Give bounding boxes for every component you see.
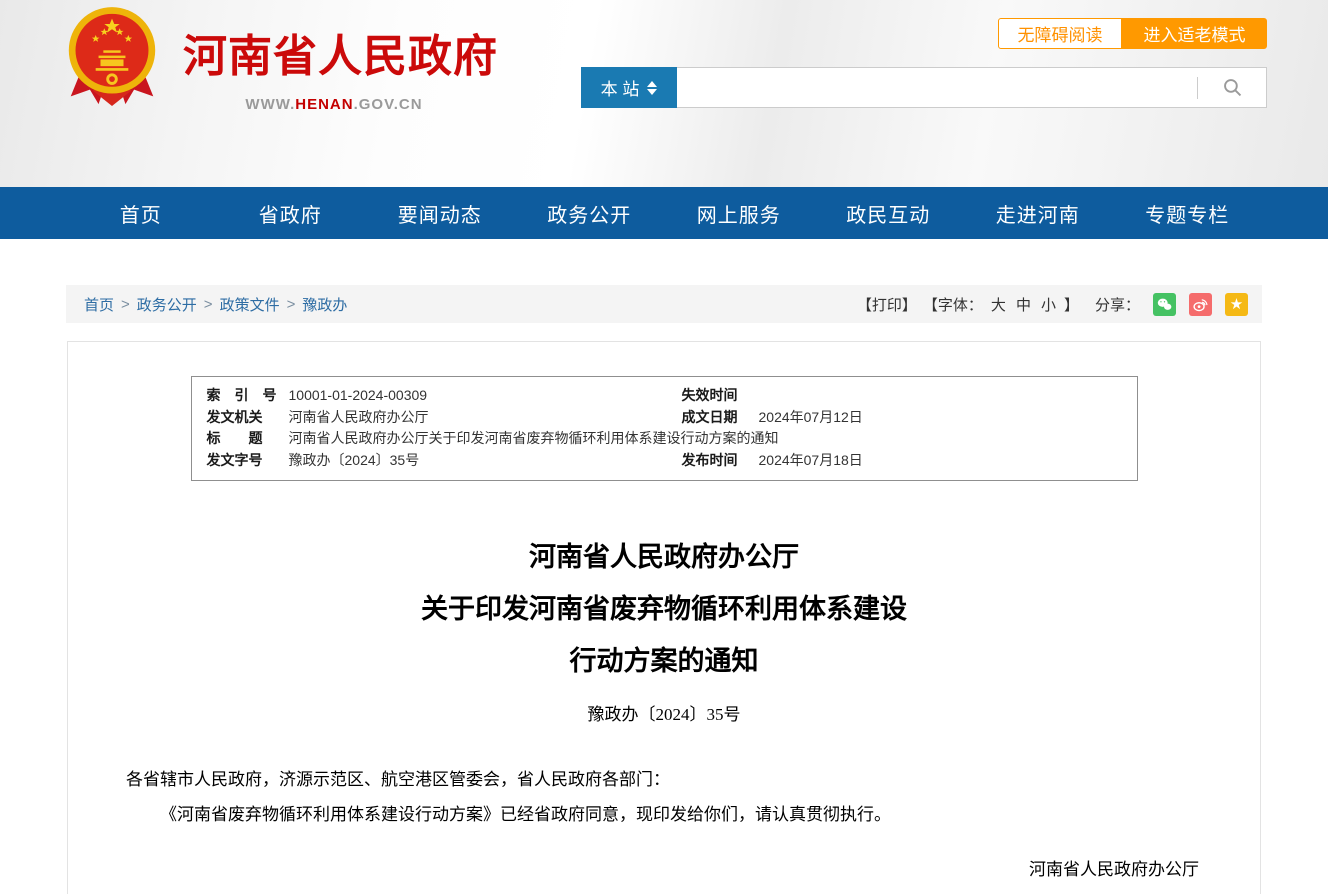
document-title-line-3: 行动方案的通知 [68,635,1260,687]
nav-item-special-topics[interactable]: 专题专栏 [1113,187,1263,239]
document-title: 河南省人民政府办公厅 关于印发河南省废弃物循环利用体系建设 行动方案的通知 [68,531,1260,687]
nav-item-home[interactable]: 首页 [66,187,216,239]
site-url-suffix: .GOV.CN [354,96,423,113]
document-title-line-2: 关于印发河南省废弃物循环利用体系建设 [68,583,1260,635]
nav-item-government-affairs[interactable]: 政务公开 [515,187,665,239]
site-brand: 河南省人民政府 WWW.HENAN.GOV.CN [183,20,485,113]
breadcrumb-government-affairs[interactable]: 政务公开 [137,294,197,315]
meta-issuer-label: 发文机关 [207,407,289,429]
search-bar: 本 站 [581,67,1267,108]
breadcrumb-yuzhengban[interactable]: 豫政办 [302,294,347,315]
signature-organization: 河南省人民政府办公厅 [68,851,1199,888]
breadcrumb-separator: > [121,296,130,313]
document-signature: 河南省人民政府办公厅 2024年7月12日 [68,851,1260,894]
document-tools: 【打印】 【字体： 大 中 小 】 分享： [857,293,1248,316]
national-emblem-logo [64,4,160,112]
document-content-card: 索 引 号 10001-01-2024-00309 失效时间 发文机关 河南省人… [67,341,1261,894]
share-label: 分享： [1095,294,1140,315]
share-wechat-button[interactable] [1153,293,1176,316]
share-weibo-button[interactable] [1189,293,1212,316]
print-button[interactable]: 【打印】 [857,294,917,315]
meta-doc-no-label: 发文字号 [207,450,289,472]
breadcrumb: 首页 > 政务公开 > 政策文件 > 豫政办 [84,294,347,315]
font-size-medium-button[interactable]: 中 [1016,294,1031,315]
meta-doc-no-value: 豫政办〔2024〕35号 [289,450,682,472]
weibo-icon [1192,296,1209,313]
wechat-icon [1156,296,1173,313]
main-nav-inner: 首页 省政府 要闻动态 政务公开 网上服务 政民互动 走进河南 专题专栏 [66,187,1262,239]
meta-title-value: 河南省人民政府办公厅关于印发河南省废弃物循环利用体系建设行动方案的通知 [289,428,1137,450]
document-number: 豫政办〔2024〕35号 [68,700,1260,725]
meta-index-value: 10001-01-2024-00309 [289,385,682,407]
search-scope-select[interactable]: 本 站 [581,67,677,108]
breadcrumb-home[interactable]: 首页 [84,294,114,315]
meta-row-issuer: 发文机关 河南省人民政府办公厅 成文日期 2024年07月12日 [192,407,1137,429]
site-header: 河南省人民政府 WWW.HENAN.GOV.CN 无障碍阅读 进入适老模式 本 … [0,0,1328,187]
meta-publish-label: 发布时间 [682,450,759,472]
main-nav: 首页 省政府 要闻动态 政务公开 网上服务 政民互动 走进河南 专题专栏 [0,187,1328,239]
meta-index-label: 索 引 号 [207,385,289,407]
chevron-up-down-icon [647,81,657,95]
site-url-prefix: WWW. [245,96,295,113]
search-input[interactable] [677,68,1197,107]
nav-item-online-services[interactable]: 网上服务 [664,187,814,239]
nav-item-news[interactable]: 要闻动态 [365,187,515,239]
elder-mode-button[interactable]: 进入适老模式 [1122,18,1267,49]
meta-expiry-label: 失效时间 [682,385,759,407]
nav-item-about-henan[interactable]: 走进河南 [963,187,1113,239]
font-size-small-button[interactable]: 小 [1041,294,1056,315]
breadcrumb-bar: 首页 > 政务公开 > 政策文件 > 豫政办 【打印】 【字体： 大 中 小 】… [66,285,1262,323]
breadcrumb-policy-documents[interactable]: 政策文件 [220,294,280,315]
breadcrumb-separator: > [287,296,296,313]
font-size-label-open: 【字体： [923,294,983,315]
nav-item-interaction[interactable]: 政民互动 [814,187,964,239]
site-url: WWW.HENAN.GOV.CN [183,96,485,113]
meta-publish-value: 2024年07月18日 [759,450,1137,472]
meta-written-date-value: 2024年07月12日 [759,407,1137,429]
breadcrumb-separator: > [204,296,213,313]
meta-row-index: 索 引 号 10001-01-2024-00309 失效时间 [192,385,1137,407]
search-scope-label: 本 站 [601,75,640,100]
meta-expiry-value [759,385,1137,407]
page-root: 河南省人民政府 WWW.HENAN.GOV.CN 无障碍阅读 进入适老模式 本 … [0,0,1328,894]
meta-issuer-value: 河南省人民政府办公厅 [289,407,682,429]
search-button[interactable] [1198,68,1266,107]
search-icon [1222,77,1243,98]
meta-title-label: 标 题 [207,428,289,450]
nav-item-provincial-government[interactable]: 省政府 [216,187,366,239]
document-title-line-1: 河南省人民政府办公厅 [68,531,1260,583]
document-body: 各省辖市人民政府，济源示范区、航空港区管委会，省人民政府各部门： 《河南省废弃物… [126,762,1202,832]
header-actions: 无障碍阅读 进入适老模式 [998,18,1267,49]
document-paragraph-salutation: 各省辖市人民政府，济源示范区、航空港区管委会，省人民政府各部门： [126,762,1202,797]
star-icon: ★ [1230,297,1243,312]
meta-written-date-label: 成文日期 [682,407,759,429]
site-title: 河南省人民政府 [183,20,485,84]
signature-date: 2024年7月12日 [68,888,1184,894]
favorite-star-button[interactable]: ★ [1225,293,1248,316]
font-size-label-close: 】 [1064,294,1079,315]
meta-row-title: 标 题 河南省人民政府办公厅关于印发河南省废弃物循环利用体系建设行动方案的通知 [192,428,1137,450]
document-paragraph-main: 《河南省废弃物循环利用体系建设行动方案》已经省政府同意，现印发给你们，请认真贯彻… [126,797,1202,832]
site-url-highlight: HENAN [295,96,353,113]
accessibility-reading-button[interactable]: 无障碍阅读 [998,18,1122,49]
search-field [677,67,1267,108]
meta-row-doc-number: 发文字号 豫政办〔2024〕35号 发布时间 2024年07月18日 [192,450,1137,472]
document-meta-table: 索 引 号 10001-01-2024-00309 失效时间 发文机关 河南省人… [191,376,1138,481]
font-size-large-button[interactable]: 大 [991,294,1006,315]
